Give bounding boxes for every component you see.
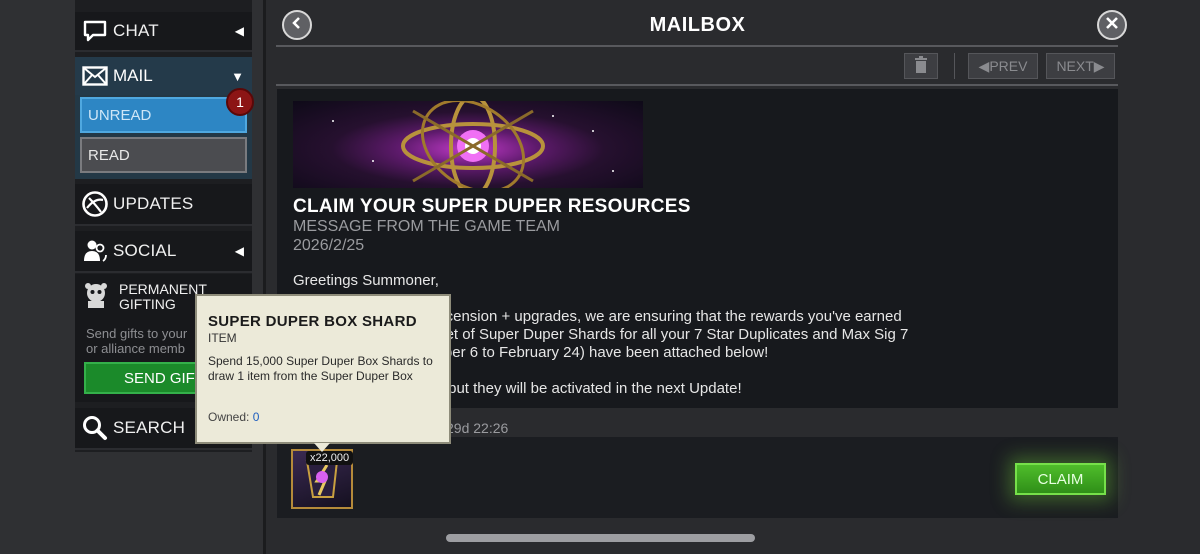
toolbar-divider (276, 84, 1118, 86)
sidebar-item-mail[interactable]: MAIL ▼ (75, 57, 252, 95)
next-button[interactable]: NEXT▶ (1046, 53, 1115, 79)
tooltip-owned: Owned: 0 (208, 410, 260, 424)
item-tooltip: SUPER DUPER BOX SHARD ITEM Spend 15,000 … (195, 294, 451, 444)
people-icon (80, 236, 110, 266)
sidebar-item-updates[interactable]: UPDATES (75, 184, 252, 226)
mail-group: MAIL ▼ UNREAD READ (75, 57, 252, 179)
sidebar-item-label: UPDATES (113, 194, 194, 213)
sidebar-item-social[interactable]: SOCIAL ◀ (75, 231, 252, 273)
close-button[interactable] (1097, 10, 1127, 40)
tooltip-type: ITEM (208, 331, 237, 345)
message-date: 2026/2/25 (293, 237, 365, 254)
gift-mascot-icon (81, 280, 111, 310)
sidebar-item-label: SOCIAL (113, 241, 177, 260)
sidebar-item-label: SEARCH (113, 418, 186, 437)
sidebar-item-label: MAIL (113, 66, 153, 85)
close-icon (1105, 16, 1119, 35)
claim-button[interactable]: CLAIM (1015, 463, 1106, 495)
message-banner-image (293, 101, 643, 188)
delete-button[interactable] (904, 53, 938, 79)
reward-panel (277, 437, 1118, 518)
globe-icon (80, 189, 110, 219)
chevron-left-icon: ◀ (234, 244, 244, 258)
prev-button[interactable]: ◀PREV (968, 53, 1038, 79)
message-greeting: Greetings Summoner, (293, 272, 439, 289)
tooltip-pointer (314, 443, 330, 452)
toolbar-separator (954, 53, 955, 79)
expiration-timer: 29d 22:26 (446, 420, 509, 436)
mail-icon (80, 61, 110, 91)
message-sender: MESSAGE FROM THE GAME TEAM (293, 218, 560, 235)
message-title: CLAIM YOUR SUPER DUPER RESOURCES (293, 196, 691, 217)
unread-count-badge: 1 (226, 88, 254, 116)
chevron-down-icon: ▼ (231, 68, 244, 84)
left-divider (263, 0, 266, 554)
header-divider (276, 45, 1118, 47)
mail-filter-read[interactable]: READ (80, 137, 247, 173)
trash-icon (914, 55, 928, 77)
reward-count: x22,000 (306, 451, 354, 465)
tooltip-description: Spend 15,000 Super Duper Box Shards to d… (208, 354, 433, 383)
tooltip-title: SUPER DUPER BOX SHARD (208, 313, 417, 330)
home-indicator[interactable] (446, 534, 755, 542)
search-icon (80, 413, 110, 443)
mail-filter-unread[interactable]: UNREAD (80, 97, 247, 133)
page-title: MAILBOX (649, 14, 746, 36)
